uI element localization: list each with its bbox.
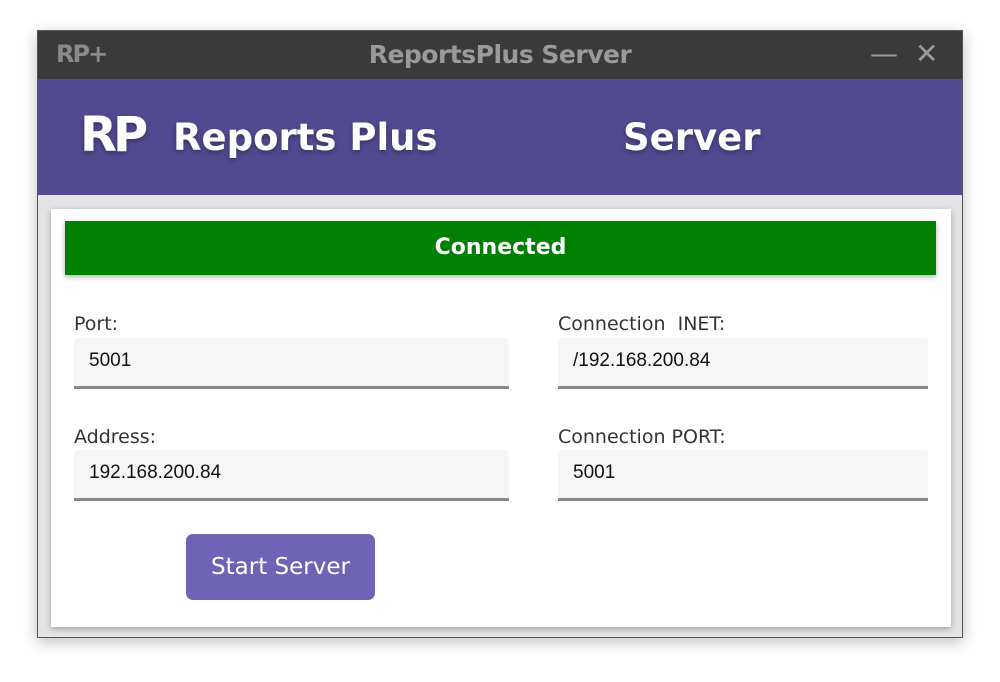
address-label: Address: [74,426,157,448]
rp-logo: RP [80,107,148,163]
minimize-button[interactable]: — [870,37,898,70]
connection-inet-label: Connection INET: [558,313,726,335]
start-server-button[interactable]: Start Server [186,534,375,600]
status-banner: Connected [65,221,936,275]
app-name: Reports Plus [173,116,438,159]
app-window: RP+ ReportsPlus Server — ✕ RP Reports Pl… [37,30,963,638]
server-panel: Connected Port: 5001 Address: 192.168.20… [51,209,951,627]
address-input[interactable]: 192.168.200.84 [74,450,509,501]
window-title: ReportsPlus Server [368,40,632,69]
connection-port-field[interactable]: 5001 [558,450,928,501]
app-header: RP Reports Plus Server [38,79,962,195]
app-subtitle: Server [623,116,761,159]
port-label: Port: [74,313,119,335]
port-input[interactable]: 5001 [74,338,509,389]
connection-port-label: Connection PORT: [558,426,726,448]
close-button[interactable]: ✕ [915,37,938,70]
connection-inet-field[interactable]: /192.168.200.84 [558,338,928,389]
title-bar[interactable]: RP+ ReportsPlus Server — ✕ [38,31,962,79]
